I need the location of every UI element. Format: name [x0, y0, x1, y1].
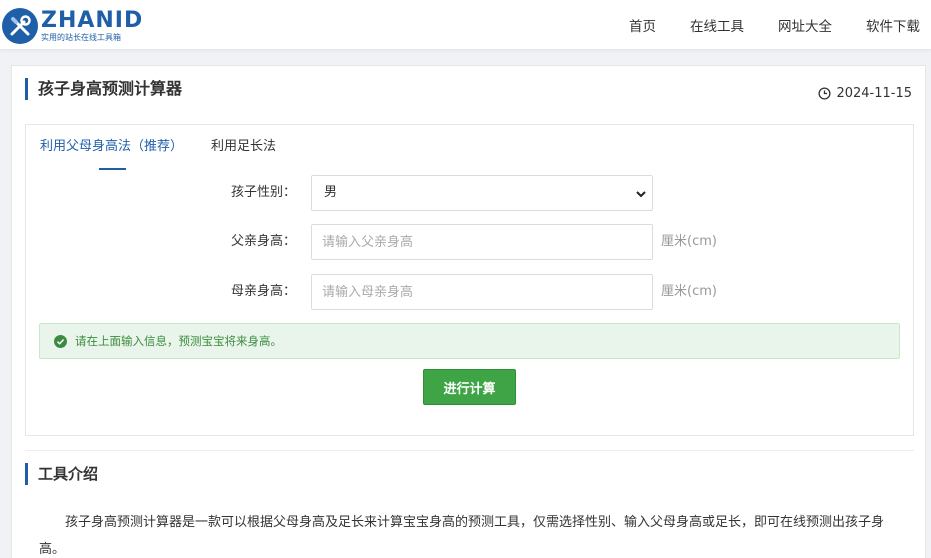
tab-foot-length[interactable]: 利用足长法 [211, 135, 276, 158]
calculator-panel: 利用父母身高法（推荐） 利用足长法 孩子性别： 男 父亲身高： 厘米(cm) 母… [25, 124, 914, 436]
date-text: 2024-11-15 [836, 86, 912, 101]
gender-select[interactable]: 男 [311, 175, 653, 211]
mother-height-unit: 厘米(cm) [661, 284, 717, 299]
site-header: ZHANID 实用的站长在线工具箱 首页 在线工具 网址大全 软件下载 [0, 0, 931, 50]
section-divider [25, 450, 914, 451]
father-height-row: 父亲身高： 厘米(cm) [26, 224, 913, 260]
tool-card: 孩子身高预测计算器 2024-11-15 利用父母身高法（推荐） 利用足长法 孩… [11, 65, 926, 558]
logo-wordmark: ZHANID [41, 8, 144, 33]
nav-item-software-download[interactable]: 软件下载 [866, 15, 920, 35]
method-tabs: 利用父母身高法（推荐） 利用足长法 [40, 135, 304, 170]
father-height-input[interactable] [311, 224, 653, 260]
publish-date: 2024-11-15 [818, 86, 912, 101]
mother-height-row: 母亲身高： 厘米(cm) [26, 274, 913, 310]
tab-parents-height[interactable]: 利用父母身高法（推荐） [40, 135, 183, 170]
check-circle-icon [54, 334, 67, 348]
gender-row: 孩子性别： 男 [26, 175, 913, 211]
alert-text: 请在上面输入信息，预测宝宝将来身高。 [75, 334, 282, 348]
chevron-down-icon [636, 191, 646, 198]
wrench-screwdriver-icon [2, 8, 38, 44]
intro-text: 孩子身高预测计算器是一款可以根据父母身高及足长来计算宝宝身高的预测工具，仅需选择… [39, 515, 885, 557]
nav-item-site-directory[interactable]: 网址大全 [778, 15, 832, 35]
father-height-unit: 厘米(cm) [661, 234, 717, 249]
site-logo[interactable]: ZHANID 实用的站长在线工具箱 [2, 8, 143, 44]
intro-title: 工具介绍 [25, 463, 98, 485]
main-nav: 首页 在线工具 网址大全 软件下载 [595, 0, 920, 50]
mother-height-input[interactable] [311, 274, 653, 310]
clock-icon [818, 87, 831, 100]
nav-item-home[interactable]: 首页 [629, 15, 656, 35]
nav-item-online-tools[interactable]: 在线工具 [690, 15, 744, 35]
gender-select-value: 男 [324, 185, 338, 200]
mother-height-label: 母亲身高： [230, 284, 296, 299]
calculate-button[interactable]: 进行计算 [423, 369, 516, 405]
father-height-label: 父亲身高： [230, 234, 296, 249]
info-alert: 请在上面输入信息，预测宝宝将来身高。 [39, 323, 900, 359]
gender-label: 孩子性别： [230, 185, 296, 200]
logo-slogan: 实用的站长在线工具箱 [41, 33, 121, 42]
page-title: 孩子身高预测计算器 [25, 78, 182, 100]
